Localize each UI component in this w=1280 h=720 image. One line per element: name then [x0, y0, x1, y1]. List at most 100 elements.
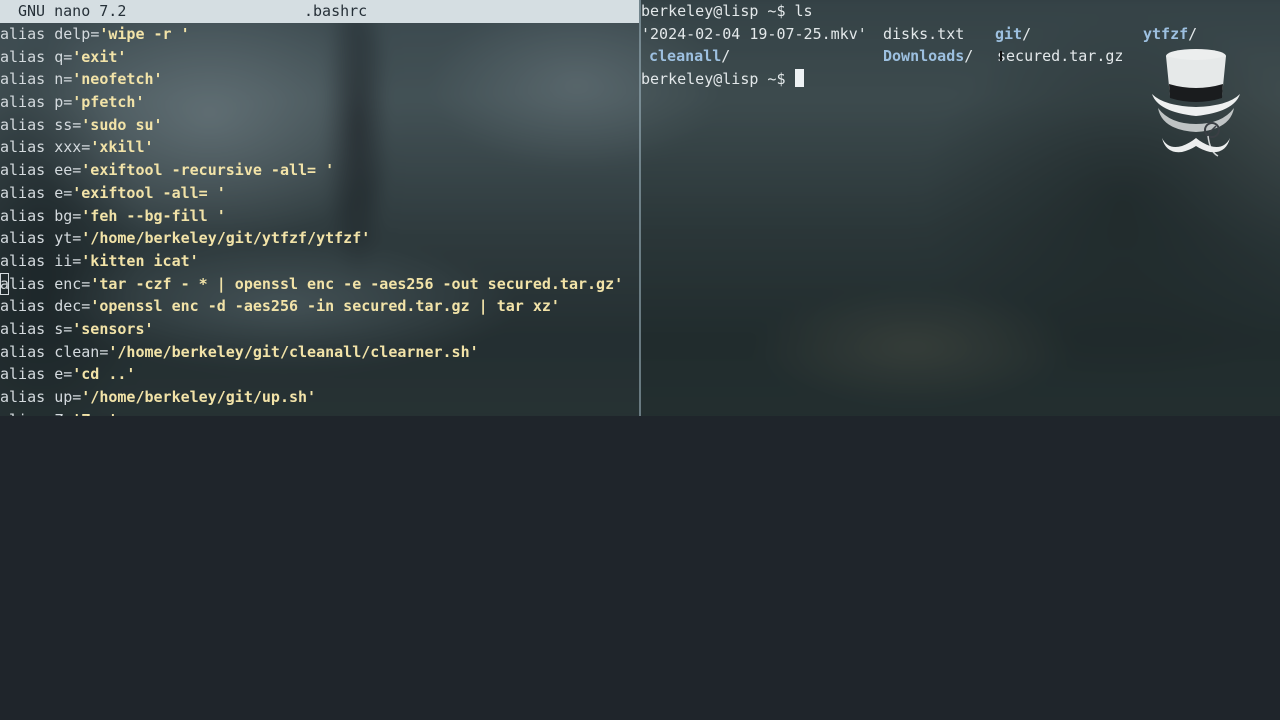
alias-value: 'feh --bg-fill '	[81, 206, 226, 225]
nano-alias-line: alias yt='/home/berkeley/git/ytfzf/ytfzf…	[0, 229, 371, 248]
alias-name: n	[54, 70, 64, 89]
alias-value: 'sensors'	[72, 319, 154, 338]
alias-name: ee	[54, 161, 73, 180]
alias-keyword: alias	[0, 183, 46, 202]
alias-name: up	[54, 388, 73, 406]
alias-value: 'openssl enc -d -aes256 -in secured.tar.…	[90, 297, 560, 316]
mouse-ibeam-cursor-icon	[1000, 51, 1002, 62]
alias-name: bg	[54, 206, 73, 225]
nano-alias-line: alias Z='Z..'	[0, 409, 639, 416]
nano-alias-line: alias clean='/home/berkeley/git/cleanall…	[0, 342, 479, 361]
ls-dir-suffix: /	[964, 47, 974, 66]
alias-value: 'xkill'	[90, 138, 154, 157]
alias-keyword: alias	[0, 388, 46, 406]
ls-output-row-1: '2024-02-04 19-07-25.mkv' disks.txt git/…	[641, 23, 1280, 46]
nano-editor-pane[interactable]: GNU nano 7.2 .bashrc alias delp='wipe -r…	[0, 0, 639, 416]
alias-name: e	[54, 365, 64, 384]
ls-entry-downloads-dir: Downloads/	[883, 45, 973, 68]
nano-text-area[interactable]: alias delp='wipe -r ' alias q='exit' alias…	[0, 23, 639, 416]
alias-name: clean	[54, 342, 100, 361]
alias-name: yt	[54, 229, 73, 248]
nano-alias-line: alias n='neofetch'	[0, 70, 163, 89]
ls-entry-cleanall-dir: cleanall/	[649, 45, 730, 68]
ls-entry-ytfzf-dir: ytfzf/	[1143, 23, 1197, 46]
nano-alias-line: alias bg='feh --bg-fill '	[0, 206, 226, 225]
alias-keyword: alias	[0, 365, 46, 384]
alias-keyword: alias	[0, 70, 46, 89]
alias-name: enc	[54, 274, 82, 293]
alias-value: 'exit'	[72, 47, 127, 66]
ls-dir-name: git	[995, 24, 1023, 43]
ls-dir-suffix: /	[1188, 24, 1198, 43]
terminal-workspace: GNU nano 7.2 .bashrc alias delp='wipe -r…	[0, 0, 1280, 416]
nano-alias-line: alias dec='openssl enc -d -aes256 -in se…	[0, 297, 560, 316]
ls-entry-video-file: '2024-02-04 19-07-25.mkv'	[641, 24, 867, 43]
alias-value: 'wipe -r '	[99, 25, 190, 43]
alias-name: p	[54, 93, 64, 112]
ls-dir-name: Downloads	[883, 47, 965, 66]
nano-alias-line: alias delp='wipe -r '	[0, 25, 190, 43]
terminal-command-line: berkeley@lisp ~$ ls	[641, 0, 1280, 23]
ls-dir-name: cleanall	[649, 47, 722, 66]
alias-value: 'tar -czf - * | openssl enc -e -aes256 -…	[90, 274, 624, 293]
terminal-prompt: berkeley@lisp ~$	[641, 70, 786, 89]
alias-keyword-rest: lias	[9, 274, 46, 293]
nano-titlebar: GNU nano 7.2 .bashrc	[0, 0, 639, 23]
alias-keyword: alias	[0, 206, 46, 225]
alias-keyword: alias	[0, 47, 46, 66]
alias-keyword: alias	[0, 342, 46, 361]
alias-value: 'cd ..'	[72, 365, 136, 384]
alias-value: '/home/berkeley/git/up.sh'	[81, 388, 317, 406]
nano-alias-line: alias s='sensors'	[0, 319, 154, 338]
desktop-screen: GNU nano 7.2 .bashrc alias delp='wipe -r…	[0, 0, 1280, 720]
alias-keyword: alias	[0, 229, 46, 248]
alias-keyword: alias	[0, 161, 46, 180]
nano-alias-line: alias up='/home/berkeley/git/up.sh'	[0, 388, 317, 406]
alias-value: '/home/berkeley/git/ytfzf/ytfzf'	[81, 229, 371, 248]
alias-value: '/home/berkeley/git/cleanall/clearner.sh…	[108, 342, 479, 361]
nano-alias-line: alias q='exit'	[0, 47, 127, 66]
alias-value: 'sudo su'	[81, 115, 163, 134]
ls-dir-suffix: /	[721, 47, 731, 66]
terminal-prompt: berkeley@lisp ~$	[641, 2, 786, 20]
ls-entry-git-dir: git/	[995, 23, 1031, 46]
alias-name: ii	[54, 251, 73, 270]
nano-alias-line: alias e='cd ..'	[0, 365, 136, 384]
nano-text-cursor: a	[0, 272, 10, 296]
nano-alias-line: alias ss='sudo su'	[0, 115, 163, 134]
alias-value: 'neofetch'	[72, 70, 163, 89]
alias-value: 'kitten icat'	[81, 251, 199, 270]
alias-name: s	[54, 319, 64, 338]
nano-alias-line: alias enc='tar -czf - * | openssl enc -e…	[0, 272, 639, 296]
ls-dir-suffix: /	[1022, 24, 1032, 43]
top-hat-monocle-mustache-icon	[1152, 49, 1240, 157]
ls-dir-name: ytfzf	[1143, 24, 1189, 43]
alias-value: 'pfetch'	[72, 93, 145, 112]
alias-name: q	[54, 47, 64, 66]
alias-keyword: alias	[0, 251, 46, 270]
alias-keyword: alias	[0, 297, 46, 316]
alias-name: e	[54, 183, 64, 202]
nano-alias-line: alias xxx='xkill'	[0, 138, 154, 157]
empty-desktop-area	[0, 416, 1280, 720]
alias-keyword: alias	[0, 115, 46, 134]
terminal-block-cursor	[794, 69, 804, 88]
alias-keyword: alias	[0, 93, 46, 112]
nano-alias-line: alias e='exiftool -all= '	[0, 183, 226, 202]
nano-alias-line: alias p='pfetch'	[0, 93, 145, 112]
alias-value: 'exiftool -recursive -all= '	[81, 161, 335, 180]
ls-entry-secured-archive: secured.tar.gz	[997, 47, 1124, 66]
alias-name: xxx	[54, 138, 82, 157]
alias-name: delp	[54, 25, 91, 43]
nano-alias-line: alias ii='kitten icat'	[0, 251, 199, 270]
nano-version: GNU nano 7.2	[18, 2, 127, 20]
terminal-command: ls	[794, 2, 813, 20]
alias-keyword: alias	[0, 25, 46, 43]
alias-keyword: alias	[0, 319, 46, 338]
alias-name: dec	[54, 297, 82, 316]
alias-name: ss	[54, 115, 73, 134]
nano-alias-line: alias ee='exiftool -recursive -all= '	[0, 161, 335, 180]
nano-filename: .bashrc	[304, 2, 368, 20]
alias-keyword: alias	[0, 138, 46, 157]
alias-keyword: alias	[0, 272, 46, 296]
